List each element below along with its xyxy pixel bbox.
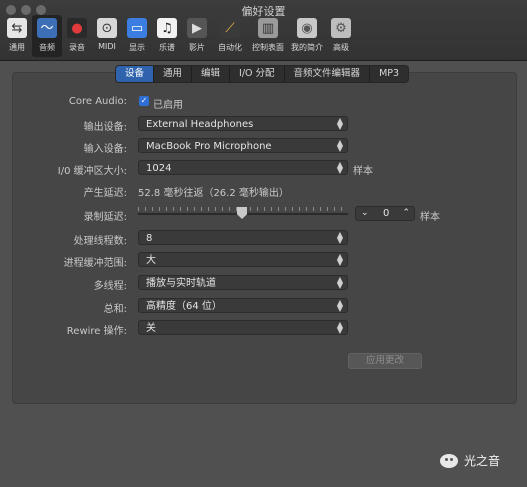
toolbar-item-label: 我的简介	[291, 43, 323, 52]
output-device-select[interactable]: External Headphones ▲ ▼	[138, 116, 348, 131]
toolbar-item-3[interactable]: ⊙ MIDI	[92, 15, 122, 57]
output-device-value: External Headphones	[146, 119, 254, 130]
buffer-size-select[interactable]: 1024 ▲ ▼	[138, 160, 348, 175]
multithreading-value: 播放与实时轨道	[146, 278, 216, 289]
input-device-value: MacBook Pro Microphone	[146, 141, 272, 152]
chevron-up-icon[interactable]: ⌃	[402, 207, 410, 220]
toolbar-item-label: 控制表面	[252, 43, 284, 52]
chevron-updown-icon: ▲ ▼	[336, 160, 343, 175]
latency-label: 产生延迟:	[83, 188, 127, 199]
title-bar: 偏好设置 ⇆ 通用〜音频 ● 录音 ⊙ MIDI ▭ 显示 ♫ 乐谱 ▶ 影片 ⟋ 自动化 ▥ 控制表面 ◉ 我的…	[0, 0, 527, 61]
buffer-size-value: 1024	[146, 163, 172, 174]
film-icon: ▶	[187, 18, 207, 38]
toolbar-item-4[interactable]: ▭ 显示	[122, 15, 152, 57]
process-buffer-value: 大	[146, 255, 156, 266]
preferences-window: 偏好设置 ⇆ 通用〜音频 ● 录音 ⊙ MIDI ▭ 显示 ♫ 乐谱 ▶ 影片 ⟋ 自动化 ▥ 控制表面 ◉ 我的…	[0, 0, 527, 487]
record-icon: ●	[67, 18, 87, 38]
chevron-updown-icon: ▲ ▼	[336, 116, 343, 131]
buffer-size-label: I/0 缓冲区大小:	[57, 166, 127, 177]
threads-select[interactable]: 8 ▲ ▼	[138, 230, 348, 245]
toolbar-item-7[interactable]: ⟋ 自动化	[212, 15, 248, 57]
midi-port-icon: ⊙	[97, 18, 117, 38]
toolbar-item-label: MIDI	[98, 42, 116, 51]
toolbar-item-8[interactable]: ▥ 控制表面	[248, 15, 288, 57]
switch-icon: ⇆	[7, 18, 27, 38]
watermark: 光之音	[440, 452, 500, 469]
gear-icon: ⚙	[331, 18, 351, 38]
process-buffer-select[interactable]: 大 ▲ ▼	[138, 252, 348, 267]
tab-5[interactable]: MP3	[370, 66, 408, 82]
core-audio-checkbox[interactable]: ✓	[139, 96, 149, 106]
toolbar-item-1[interactable]: 〜音频	[32, 15, 62, 57]
chevron-updown-icon: ▲ ▼	[336, 230, 343, 245]
threads-value: 8	[146, 233, 153, 244]
toolbar-item-label: 自动化	[218, 43, 242, 52]
automation-icon: ⟋	[220, 18, 240, 38]
input-device-select[interactable]: MacBook Pro Microphone ▲ ▼	[138, 138, 348, 153]
control-surface-icon: ▥	[258, 18, 278, 38]
multithreading-label: 多线程:	[93, 281, 127, 292]
chevron-updown-icon: ▲ ▼	[336, 320, 343, 335]
toolbar-item-10[interactable]: ⚙ 高级	[326, 15, 356, 57]
output-device-label: 输出设备:	[83, 122, 127, 133]
toolbar-item-0[interactable]: ⇆ 通用	[2, 15, 32, 57]
rewire-value: 关	[146, 323, 156, 334]
chevron-updown-icon: ▲ ▼	[336, 298, 343, 313]
core-audio-checkbox-label[interactable]: 已启用	[153, 96, 183, 111]
toolbar-item-9[interactable]: ◉ 我的简介	[288, 15, 326, 57]
threads-label: 处理线程数:	[73, 236, 127, 247]
rewire-label: Rewire 操作:	[66, 326, 127, 337]
preferences-toolbar: ⇆ 通用〜音频 ● 录音 ⊙ MIDI ▭ 显示 ♫ 乐谱 ▶ 影片 ⟋ 自动化 ▥ 控制表面 ◉ 我的简介 ⚙ 高级	[2, 15, 356, 59]
tab-1[interactable]: 通用	[154, 66, 193, 82]
summing-label: 总和:	[103, 304, 127, 315]
toolbar-item-6[interactable]: ▶ 影片	[182, 15, 212, 57]
chevron-updown-icon: ▲ ▼	[336, 275, 343, 290]
monitor-icon: ▭	[127, 18, 147, 38]
waveform-icon: 〜	[37, 18, 57, 38]
recording-delay-label: 录制延迟:	[83, 212, 127, 223]
toolbar-item-label: 音频	[39, 43, 55, 52]
tab-0[interactable]: 设备	[116, 66, 155, 82]
toolbar-item-label: 影片	[189, 43, 205, 52]
toolbar-item-label: 录音	[69, 43, 85, 52]
profile-icon: ◉	[297, 18, 317, 38]
recording-delay-value[interactable]: 0	[383, 207, 389, 220]
toolbar-item-label: 乐谱	[159, 43, 175, 52]
toolbar-item-2[interactable]: ● 录音	[62, 15, 92, 57]
rewire-select[interactable]: 关 ▲ ▼	[138, 320, 348, 335]
process-buffer-label: 进程缓冲范围:	[63, 258, 127, 269]
toolbar-item-label: 显示	[129, 43, 145, 52]
tab-2[interactable]: 编辑	[192, 66, 231, 82]
chevron-down-icon[interactable]: ⌄	[361, 207, 369, 220]
watermark-text: 光之音	[464, 454, 501, 468]
summing-select[interactable]: 高精度（64 位） ▲ ▼	[138, 298, 348, 313]
toolbar-item-label: 通用	[9, 43, 25, 52]
multithreading-select[interactable]: 播放与实时轨道 ▲ ▼	[138, 275, 348, 290]
summing-value: 高精度（64 位）	[146, 301, 222, 312]
tab-bar: 设备 通用 编辑 I/O 分配 音频文件编辑器 MP3	[115, 65, 410, 83]
latency-value: 52.8 毫秒往返（26.2 毫秒输出）	[138, 188, 289, 199]
wechat-icon	[440, 453, 458, 468]
chevron-updown-icon: ▲ ▼	[336, 138, 343, 153]
tab-4[interactable]: 音频文件编辑器	[285, 66, 371, 82]
recording-delay-stepper[interactable]: ⌄ 0 ⌃	[355, 206, 415, 221]
toolbar-item-label: 高级	[333, 43, 349, 52]
recording-delay-unit: 样本	[420, 212, 440, 223]
input-device-label: 输入设备:	[83, 144, 127, 155]
tab-3[interactable]: I/O 分配	[230, 66, 285, 82]
music-note-icon: ♫	[157, 18, 177, 38]
toolbar-item-5[interactable]: ♫ 乐谱	[152, 15, 182, 57]
chevron-updown-icon: ▲ ▼	[336, 252, 343, 267]
core-audio-label: Core Audio:	[68, 96, 127, 107]
buffer-size-unit: 样本	[353, 166, 373, 177]
apply-changes-button[interactable]: 应用更改	[348, 353, 422, 369]
